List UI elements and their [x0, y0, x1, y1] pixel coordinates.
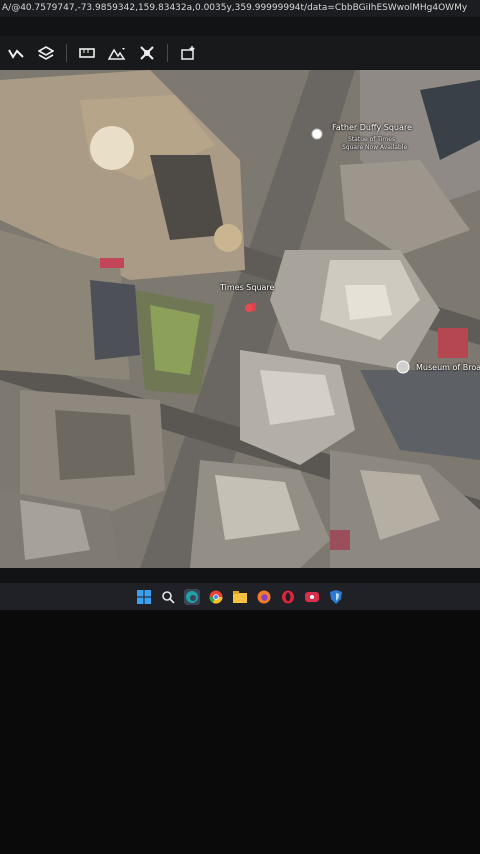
chrome-icon[interactable]: [208, 589, 224, 605]
map-label-times-square[interactable]: Times Square: [220, 283, 274, 292]
windows-taskbar: [0, 583, 480, 610]
opera-icon[interactable]: [280, 589, 296, 605]
map-style-icon[interactable]: [107, 43, 127, 63]
url-text: A/@40.7579747,-73.9859342,159.83432a,0.0…: [2, 3, 468, 13]
media-app-icon[interactable]: [304, 589, 320, 605]
toolbar-divider: [66, 44, 67, 62]
map-label-sub: Square Now Available: [342, 144, 408, 151]
search-icon[interactable]: [160, 589, 176, 605]
satellite-3d-map[interactable]: Father Duffy Square Statue of Times Squa…: [0, 70, 480, 568]
layers-icon[interactable]: [36, 43, 56, 63]
earth-toolbar: [0, 36, 480, 70]
map-label-museum[interactable]: Museum of Broa: [416, 363, 480, 372]
rooftop-dome: [90, 126, 134, 170]
monitor-bezel: [0, 610, 480, 854]
toolbar-divider: [167, 44, 168, 62]
measure-path-icon[interactable]: [6, 43, 26, 63]
add-placemark-icon[interactable]: [178, 43, 198, 63]
address-bar[interactable]: A/@40.7579747,-73.9859342,159.83432a,0.0…: [0, 0, 480, 17]
edge-icon[interactable]: [184, 588, 200, 605]
file-explorer-icon[interactable]: [232, 589, 248, 605]
ruler-icon[interactable]: [77, 43, 97, 63]
map-label-father-duffy-square[interactable]: Father Duffy Square: [332, 123, 412, 132]
monitor-screen: A/@40.7579747,-73.9859342,159.83432a,0.0…: [0, 0, 480, 610]
shield-app-icon[interactable]: [328, 589, 344, 605]
firefox-icon[interactable]: [256, 589, 272, 605]
start-icon[interactable]: [136, 589, 152, 605]
map-label-sub: Statue of Times: [348, 136, 396, 143]
projects-icon[interactable]: [137, 43, 157, 63]
